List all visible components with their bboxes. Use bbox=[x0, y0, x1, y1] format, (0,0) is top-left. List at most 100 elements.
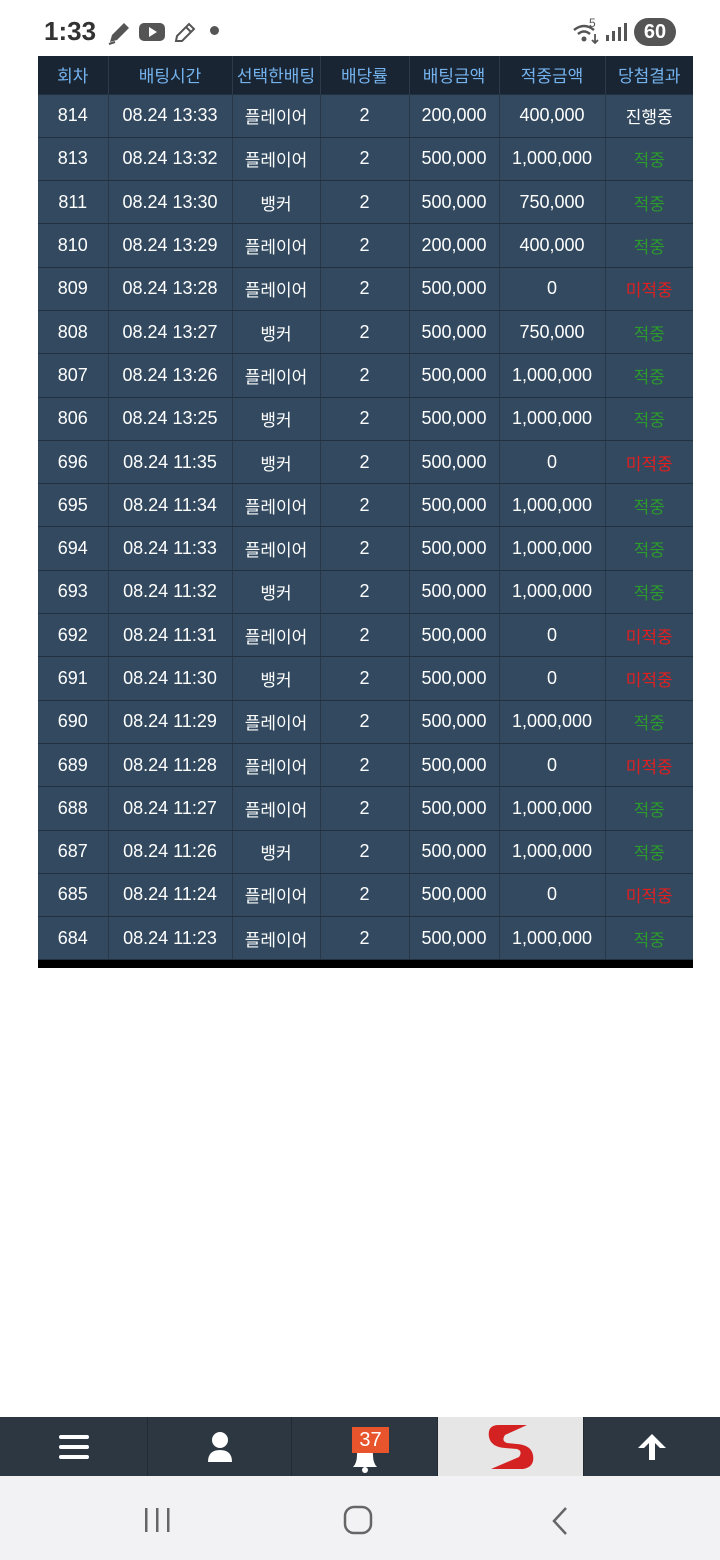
bet-amount-cell: 500,000 bbox=[409, 873, 500, 918]
odds-cell: 2 bbox=[320, 93, 410, 138]
table-row: 693 08.24 11:32 뱅커 2 500,000 1,000,000 적중 bbox=[38, 570, 693, 615]
win-amount-cell: 0 bbox=[499, 613, 606, 658]
table-row: 809 08.24 13:28 플레이어 2 500,000 0 미적중 bbox=[38, 267, 693, 311]
bet-time-cell: 08.24 11:35 bbox=[108, 440, 233, 485]
round-cell: 809 bbox=[38, 267, 109, 311]
menu-button[interactable] bbox=[0, 1417, 148, 1476]
selection-cell: 플레이어 bbox=[232, 916, 321, 961]
selection-cell: 뱅커 bbox=[232, 397, 321, 441]
bet-time-cell: 08.24 13:25 bbox=[108, 397, 233, 441]
bet-time-cell: 08.24 13:30 bbox=[108, 180, 233, 225]
result-cell: 미적중 bbox=[605, 743, 693, 788]
selection-cell: 플레이어 bbox=[232, 613, 321, 658]
bet-time-cell: 08.24 11:32 bbox=[108, 570, 233, 615]
table-row: 685 08.24 11:24 플레이어 2 500,000 0 미적중 bbox=[38, 873, 693, 918]
bet-amount-cell: 500,000 bbox=[409, 440, 500, 485]
round-cell: 695 bbox=[38, 483, 109, 528]
win-amount-cell: 1,000,000 bbox=[499, 570, 606, 615]
bet-time-cell: 08.24 13:33 bbox=[108, 93, 233, 138]
bet-amount-cell: 500,000 bbox=[409, 353, 500, 398]
selection-cell: 뱅커 bbox=[232, 180, 321, 225]
odds-cell: 2 bbox=[320, 613, 410, 658]
selection-cell: 뱅커 bbox=[232, 440, 321, 485]
app-bottom-bar: 37 bbox=[0, 1417, 720, 1476]
win-amount-cell: 1,000,000 bbox=[499, 830, 606, 874]
round-cell: 684 bbox=[38, 916, 109, 961]
signal-icon bbox=[606, 23, 627, 41]
selection-cell: 플레이어 bbox=[232, 353, 321, 398]
recents-icon[interactable] bbox=[142, 1506, 172, 1534]
bet-time-cell: 08.24 13:26 bbox=[108, 353, 233, 398]
win-amount-cell: 750,000 bbox=[499, 180, 606, 225]
clock: 1:33 bbox=[44, 16, 97, 46]
result-cell: 진행중 bbox=[605, 93, 693, 138]
bet-time-cell: 08.24 11:24 bbox=[108, 873, 233, 918]
bet-amount-cell: 500,000 bbox=[409, 526, 500, 571]
notification-dot bbox=[210, 26, 219, 35]
header-bet-amount: 배팅금액 bbox=[409, 56, 500, 94]
result-cell: 적중 bbox=[605, 700, 693, 744]
result-cell: 적중 bbox=[605, 916, 693, 961]
wifi-icon bbox=[573, 24, 599, 45]
round-cell: 691 bbox=[38, 656, 109, 701]
bet-amount-cell: 500,000 bbox=[409, 916, 500, 961]
bet-time-cell: 08.24 13:27 bbox=[108, 310, 233, 355]
bet-time-cell: 08.24 11:34 bbox=[108, 483, 233, 528]
odds-cell: 2 bbox=[320, 916, 410, 961]
round-cell: 694 bbox=[38, 526, 109, 571]
pencil-icon bbox=[108, 23, 129, 45]
result-cell: 적중 bbox=[605, 310, 693, 355]
odds-cell: 2 bbox=[320, 830, 410, 874]
selection-cell: 뱅커 bbox=[232, 830, 321, 874]
table-header-row: 회차 배팅시간 선택한배팅 배당률 배팅금액 적중금액 당첨결과 bbox=[38, 56, 693, 94]
result-cell: 적중 bbox=[605, 526, 693, 571]
odds-cell: 2 bbox=[320, 223, 410, 268]
table-row: 684 08.24 11:23 플레이어 2 500,000 1,000,000 적중 bbox=[38, 916, 693, 961]
selection-cell: 뱅커 bbox=[232, 310, 321, 355]
header-win-amount: 적중금액 bbox=[499, 56, 606, 94]
selection-cell: 플레이어 bbox=[232, 483, 321, 528]
odds-cell: 2 bbox=[320, 137, 410, 182]
bet-time-cell: 08.24 11:28 bbox=[108, 743, 233, 788]
win-amount-cell: 1,000,000 bbox=[499, 786, 606, 831]
bet-amount-cell: 500,000 bbox=[409, 310, 500, 355]
battery-indicator: 60 bbox=[634, 18, 676, 46]
table-row: 687 08.24 11:26 뱅커 2 500,000 1,000,000 적중 bbox=[38, 830, 693, 874]
back-icon[interactable] bbox=[548, 1506, 572, 1536]
selection-cell: 플레이어 bbox=[232, 743, 321, 788]
round-cell: 806 bbox=[38, 397, 109, 441]
table-row: 691 08.24 11:30 뱅커 2 500,000 0 미적중 bbox=[38, 656, 693, 701]
round-cell: 696 bbox=[38, 440, 109, 485]
odds-cell: 2 bbox=[320, 310, 410, 355]
result-cell: 적중 bbox=[605, 830, 693, 874]
header-round: 회차 bbox=[38, 56, 109, 94]
user-icon bbox=[207, 1431, 232, 1462]
bet-amount-cell: 500,000 bbox=[409, 397, 500, 441]
status-bar: 1:33 5 60 bbox=[0, 0, 720, 56]
bet-amount-cell: 500,000 bbox=[409, 786, 500, 831]
bet-time-cell: 08.24 11:29 bbox=[108, 700, 233, 744]
odds-cell: 2 bbox=[320, 656, 410, 701]
scroll-top-button[interactable] bbox=[584, 1417, 720, 1476]
selection-cell: 플레이어 bbox=[232, 137, 321, 182]
odds-cell: 2 bbox=[320, 353, 410, 398]
logo-button[interactable] bbox=[438, 1417, 584, 1476]
arrow-up-icon bbox=[638, 1433, 666, 1460]
bet-time-cell: 08.24 11:33 bbox=[108, 526, 233, 571]
bet-time-cell: 08.24 13:29 bbox=[108, 223, 233, 268]
win-amount-cell: 750,000 bbox=[499, 310, 606, 355]
result-cell: 미적중 bbox=[605, 440, 693, 485]
round-cell: 813 bbox=[38, 137, 109, 182]
round-cell: 688 bbox=[38, 786, 109, 831]
round-cell: 808 bbox=[38, 310, 109, 355]
odds-cell: 2 bbox=[320, 180, 410, 225]
win-amount-cell: 1,000,000 bbox=[499, 526, 606, 571]
round-cell: 811 bbox=[38, 180, 109, 225]
selection-cell: 플레이어 bbox=[232, 223, 321, 268]
home-icon[interactable] bbox=[342, 1504, 374, 1536]
selection-cell: 플레이어 bbox=[232, 786, 321, 831]
odds-cell: 2 bbox=[320, 873, 410, 918]
profile-button[interactable] bbox=[148, 1417, 292, 1476]
table-row: 688 08.24 11:27 플레이어 2 500,000 1,000,000 적중 bbox=[38, 786, 693, 831]
table-row: 808 08.24 13:27 뱅커 2 500,000 750,000 적중 bbox=[38, 310, 693, 355]
